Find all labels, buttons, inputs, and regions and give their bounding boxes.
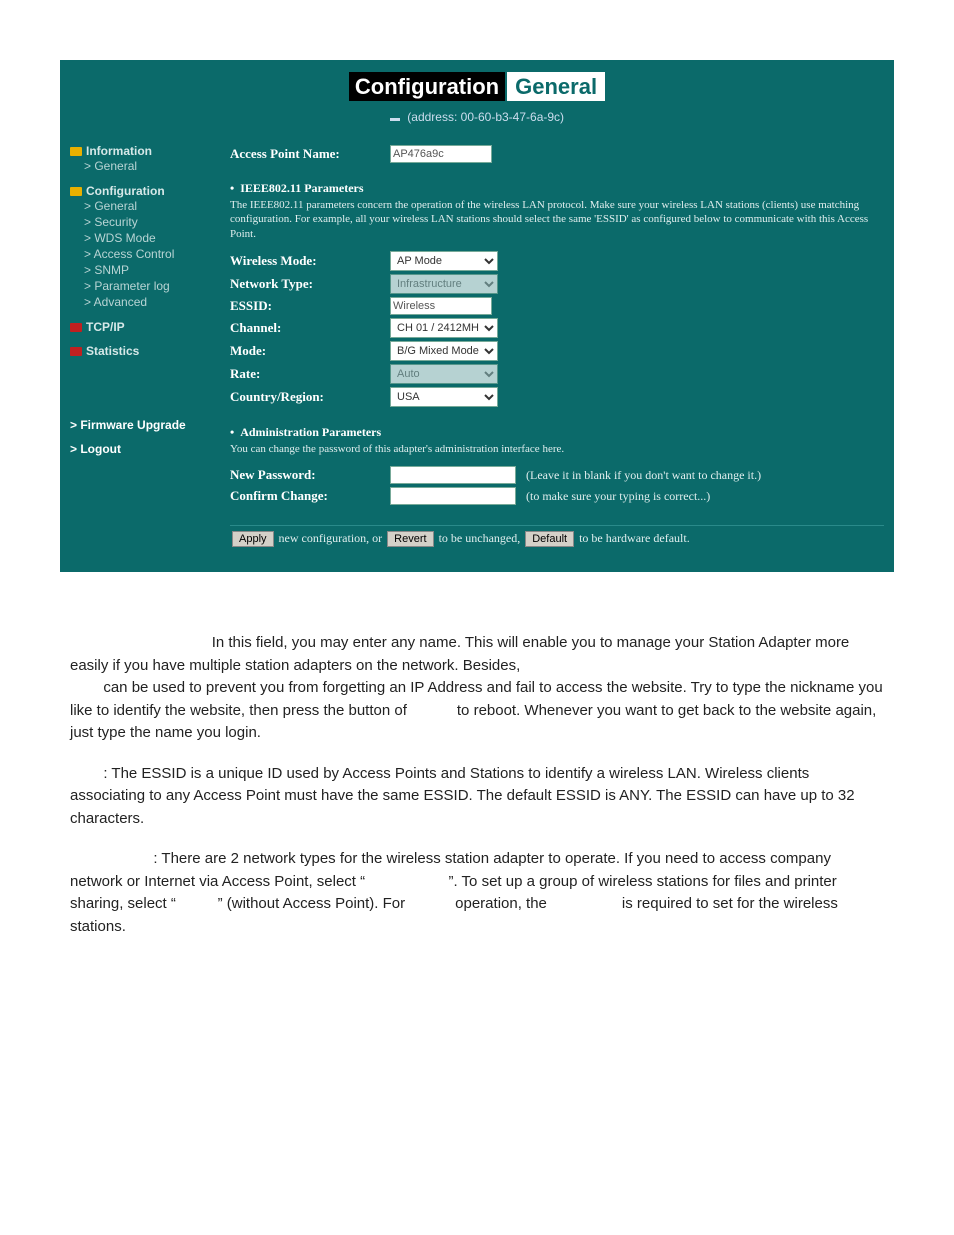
doc-paragraph-3: : There are 2 network types for the wire…: [70, 848, 884, 938]
mode-label: Mode:: [230, 343, 390, 359]
folder-icon: [70, 187, 82, 196]
network-type-label: Network Type:: [230, 276, 390, 292]
apply-button[interactable]: Apply: [232, 531, 274, 547]
rate-select: Auto: [390, 364, 498, 384]
action-button-row: Apply new configuration, or Revert to be…: [230, 525, 884, 552]
network-type-select: Infrastructure: [390, 274, 498, 294]
ap-name-input[interactable]: [390, 145, 492, 163]
wireless-mode-select[interactable]: AP Mode: [390, 251, 498, 271]
folder-icon: [70, 347, 82, 356]
sidebar-item-cfg-access[interactable]: > Access Control: [70, 246, 210, 262]
sidebar-item-cfg-wds[interactable]: > WDS Mode: [70, 230, 210, 246]
folder-icon: [70, 147, 82, 156]
channel-select[interactable]: CH 01 / 2412MHz: [390, 318, 498, 338]
panel-header: ConfigurationGeneral: [60, 60, 894, 106]
mac-address-line: ▬ (address: 00-60-b3-47-6a-9c): [60, 106, 894, 136]
config-panel: ConfigurationGeneral ▬ (address: 00-60-b…: [60, 60, 894, 572]
essid-input[interactable]: [390, 297, 492, 315]
confirm-password-hint: (to make sure your typing is correct...): [526, 489, 710, 504]
folder-icon: [70, 323, 82, 332]
admin-section-heading: •Administration Parameters: [230, 425, 884, 440]
mac-address: 00-60-b3-47-6a-9c: [461, 110, 560, 124]
confirm-password-label: Confirm Change:: [230, 488, 390, 504]
channel-label: Channel:: [230, 320, 390, 336]
sidebar-item-cfg-snmp[interactable]: > SNMP: [70, 262, 210, 278]
ieee-section-desc: The IEEE802.11 parameters concern the op…: [230, 198, 884, 241]
doc-paragraph-2: : The ESSID is a unique ID used by Acces…: [70, 763, 884, 831]
sidebar-item-cfg-advanced[interactable]: > Advanced: [70, 294, 210, 310]
ap-name-label: Access Point Name:: [230, 146, 390, 162]
sidebar-item-tcpip[interactable]: TCP/IP: [70, 320, 210, 334]
sidebar-item-statistics[interactable]: Statistics: [70, 344, 210, 358]
sidebar-group-information[interactable]: Information: [70, 144, 210, 158]
sidebar-item-info-general[interactable]: > General: [70, 158, 210, 174]
new-password-label: New Password:: [230, 467, 390, 483]
sidebar-group-configuration[interactable]: Configuration: [70, 184, 210, 198]
country-label: Country/Region:: [230, 389, 390, 405]
ieee-section-heading: •IEEE802.11 Parameters: [230, 181, 884, 196]
admin-section-desc: You can change the password of this adap…: [230, 442, 884, 456]
sidebar: Information > General Configuration > Ge…: [60, 136, 210, 552]
nic-icon: ▬: [390, 113, 400, 124]
essid-label: ESSID:: [230, 298, 390, 314]
wireless-mode-label: Wireless Mode:: [230, 253, 390, 269]
page-title: ConfigurationGeneral: [349, 74, 605, 100]
mode-select[interactable]: B/G Mixed Mode: [390, 341, 498, 361]
sidebar-item-firmware[interactable]: > Firmware Upgrade: [70, 418, 210, 432]
new-password-hint: (Leave it in blank if you don't want to …: [526, 468, 761, 483]
title-light: General: [507, 72, 605, 101]
document-body: In this field, you may enter any name. T…: [70, 632, 884, 938]
new-password-input[interactable]: [390, 466, 516, 484]
confirm-password-input[interactable]: [390, 487, 516, 505]
rate-label: Rate:: [230, 366, 390, 382]
sidebar-item-cfg-general[interactable]: > General: [70, 198, 210, 214]
sidebar-item-cfg-paramlog[interactable]: > Parameter log: [70, 278, 210, 294]
revert-button[interactable]: Revert: [387, 531, 433, 547]
default-button[interactable]: Default: [525, 531, 574, 547]
country-select[interactable]: USA: [390, 387, 498, 407]
doc-paragraph-1: In this field, you may enter any name. T…: [70, 632, 884, 745]
sidebar-item-cfg-security[interactable]: > Security: [70, 214, 210, 230]
sidebar-item-logout[interactable]: > Logout: [70, 442, 210, 456]
main-content: Access Point Name: •IEEE802.11 Parameter…: [210, 136, 894, 552]
title-dark: Configuration: [349, 72, 505, 101]
